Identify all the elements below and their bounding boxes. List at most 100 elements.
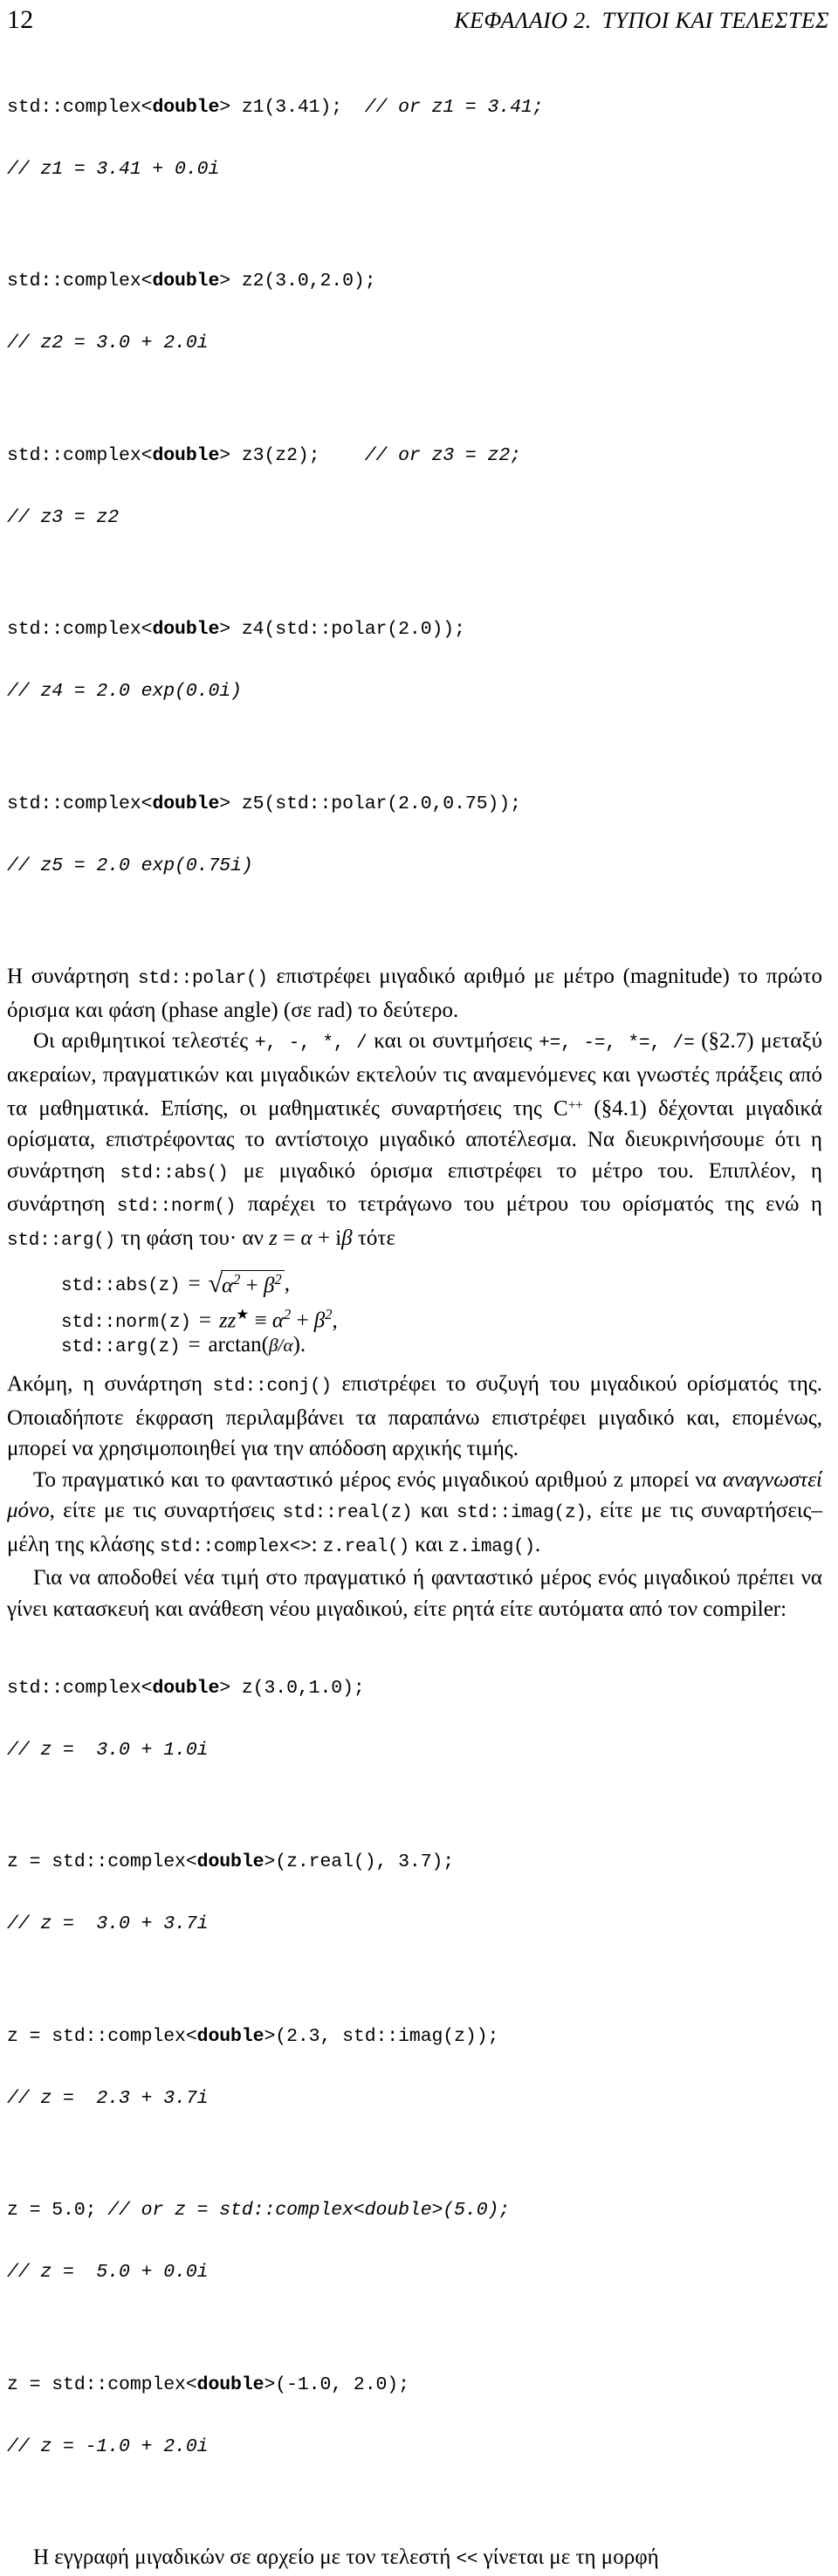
inline-code-std-arg: std::arg() bbox=[7, 1230, 116, 1251]
cpp-plusplus-superscript: ++ bbox=[567, 1098, 583, 1113]
document-page: 12 ΚΕΦΑΛΑΙΟ 2. ΤΥΠΟΙ ΚΑΙ ΤΕΛΕΣΤΕΣ std::co… bbox=[0, 0, 838, 2570]
inline-code-std-imag: std::imag(z) bbox=[456, 1503, 587, 1523]
code-comment: // or z = std::complex<double>(5.0); bbox=[107, 2200, 511, 2221]
math-var-alpha: α bbox=[300, 1226, 313, 1250]
code-text: std::complex< bbox=[7, 619, 153, 640]
code-text: std::complex< bbox=[7, 271, 153, 292]
prose-text: = bbox=[277, 1226, 301, 1250]
exponent-2: 2 bbox=[325, 1306, 333, 1322]
prose-text: , είτε με τις συναρτήσεις bbox=[49, 1499, 283, 1522]
inline-code-operators: +, -, *, / bbox=[254, 1034, 367, 1054]
math-var-alpha: α bbox=[222, 1274, 234, 1298]
inline-code-z-imag: z.imag() bbox=[448, 1536, 535, 1557]
keyword-double: double bbox=[152, 1677, 220, 1699]
code-line: std::complex<double> z2(3.0,2.0); bbox=[7, 266, 822, 298]
code-text: std::complex< bbox=[7, 444, 153, 466]
paragraph-real-imag-access: Το πραγματικό και το φανταστικό μέρος εν… bbox=[7, 1465, 822, 1563]
code-line: std::complex<double> z4(std::polar(2.0))… bbox=[7, 615, 822, 646]
code-comment-line: // z1 = 3.41 + 0.0i bbox=[7, 158, 220, 180]
paragraph-arithmetic-operators: Οι αριθμητικοί τελεστές +, -, *, / και ο… bbox=[7, 1026, 822, 1256]
equals-sign: = bbox=[188, 1333, 201, 1357]
code-comment-line: // z = 3.0 + 1.0i bbox=[7, 1739, 209, 1761]
code-line: std::complex<double> z(3.0,1.0); bbox=[7, 1673, 822, 1705]
radicand: α2 + β2 bbox=[221, 1270, 285, 1298]
inline-code-std-polar: std::polar() bbox=[137, 969, 268, 989]
conjugate-star-icon: ★ bbox=[236, 1306, 250, 1322]
keyword-double: double bbox=[152, 96, 220, 118]
code-line: z = std::complex<double>(2.3, std::imag(… bbox=[7, 2022, 822, 2053]
code-text: >(2.3, std::imag(z)); bbox=[264, 2025, 499, 2047]
math-trailing-comma: , bbox=[284, 1272, 290, 1295]
math-trailing-comma: , bbox=[332, 1309, 338, 1333]
math-var-alpha: α bbox=[283, 1335, 293, 1356]
code-text: > z1(3.41); bbox=[219, 96, 365, 118]
prose-text: . bbox=[534, 1532, 541, 1556]
keyword-double: double bbox=[196, 1851, 264, 1872]
inline-code-z-real: z.real() bbox=[322, 1536, 409, 1557]
code-line: std::complex<double> z5(std::polar(2.0,0… bbox=[7, 789, 822, 821]
math-lhs-arg: std::arg(z) bbox=[61, 1337, 181, 1357]
math-display-block: std::abs(z) = √ α2 + β2 , std::norm(z) =… bbox=[7, 1268, 822, 1360]
paragraph-assign-new-value: Για να αποδοθεί νέα τιμή στο πραγματικό … bbox=[7, 1566, 822, 1621]
code-block-complex-declarations: std::complex<double> z1(3.41); // or z1 … bbox=[7, 61, 822, 944]
code-comment-line: // z5 = 2.0 exp(0.75i) bbox=[7, 855, 253, 876]
prose-text: Η εγγραφή μιγαδικών σε αρχείο με τον τελ… bbox=[33, 2545, 457, 2569]
math-line-norm: std::norm(z) = zz★ ≡ α2 + β2, bbox=[61, 1299, 822, 1333]
code-comment: // or z3 = z2; bbox=[364, 444, 521, 466]
keyword-double: double bbox=[196, 2373, 264, 2395]
prose-text: και οι συντμήσεις bbox=[367, 1029, 539, 1053]
inline-code-compound-operators: +=, -=, *=, /= bbox=[539, 1034, 695, 1054]
keyword-double: double bbox=[152, 619, 220, 640]
inline-code-std-conj: std::conj() bbox=[212, 1377, 332, 1397]
code-line: std::complex<double> z3(z2); // or z3 = … bbox=[7, 441, 822, 472]
arctan-function: arctan( bbox=[208, 1333, 269, 1357]
code-comment-line: // z4 = 2.0 exp(0.0i) bbox=[7, 681, 242, 702]
prose-text: Το πραγματικό και το φανταστικό μέρος εν… bbox=[33, 1467, 723, 1492]
keyword-double: double bbox=[152, 793, 220, 814]
inline-code-std-abs: std::abs() bbox=[120, 1163, 229, 1184]
prose-text: και bbox=[409, 1532, 449, 1556]
code-text: > z4(std::polar(2.0)); bbox=[219, 619, 465, 640]
prose-text: Η συνάρτηση bbox=[7, 965, 138, 988]
running-head: 12 ΚΕΦΑΛΑΙΟ 2. ΤΥΠΟΙ ΚΑΙ ΤΕΛΕΣΤΕΣ bbox=[0, 0, 838, 38]
keyword-double: double bbox=[152, 271, 220, 292]
math-rhs-arg: arctan(β/α). bbox=[209, 1329, 306, 1361]
code-comment: // or z1 = 3.41; bbox=[364, 96, 544, 118]
plus-sign: + bbox=[245, 1274, 258, 1298]
prose-text: τότε bbox=[352, 1226, 395, 1250]
code-text: z = 5.0; bbox=[7, 2200, 108, 2221]
exponent-2: 2 bbox=[283, 1306, 292, 1322]
page-number: 12 bbox=[7, 5, 34, 34]
code-text: std::complex< bbox=[7, 1677, 153, 1699]
code-comment-line: // z = 3.0 + 3.7i bbox=[7, 1913, 209, 1934]
code-text: >(z.real(), 3.7); bbox=[264, 1851, 455, 1872]
code-line: std::complex<double> z1(3.41); // or z1 … bbox=[7, 93, 822, 124]
equals-sign: = bbox=[188, 1272, 201, 1295]
prose-text: + i bbox=[312, 1226, 342, 1250]
inline-code-std-real: std::real(z) bbox=[282, 1503, 413, 1523]
code-text: > z3(z2); bbox=[219, 444, 365, 466]
code-text: std::complex< bbox=[7, 96, 153, 118]
prose-text: : bbox=[311, 1532, 323, 1556]
code-text: > z2(3.0,2.0); bbox=[219, 271, 376, 292]
code-text: z = std::complex< bbox=[7, 1851, 197, 1872]
code-line: z = std::complex<double>(z.real(), 3.7); bbox=[7, 1847, 822, 1879]
code-text: > z5(std::polar(2.0,0.75)); bbox=[219, 793, 521, 814]
paragraph-conj-description: Ακόμη, η συνάρτηση std::conj() επιστρέφε… bbox=[7, 1369, 822, 1465]
code-text: z = std::complex< bbox=[7, 2373, 197, 2395]
prose-text: παρέχει το τετράγωνο του μέτρου του ορίσ… bbox=[236, 1192, 822, 1216]
paragraph-stream-output: Η εγγραφή μιγαδικών σε αρχείο με τον τελ… bbox=[7, 2542, 822, 2576]
code-text: >(-1.0, 2.0); bbox=[264, 2373, 409, 2395]
prose-text: και bbox=[412, 1499, 457, 1522]
radical-sign-icon: √ bbox=[208, 1269, 223, 1298]
prose-text: τη φάση του· αν bbox=[115, 1226, 270, 1250]
code-line: z = std::complex<double>(-1.0, 2.0); bbox=[7, 2370, 822, 2401]
prose-text: Ακόμη, η συνάρτηση bbox=[7, 1372, 213, 1396]
math-closing-paren: ). bbox=[292, 1333, 306, 1357]
math-var-beta: β bbox=[264, 1274, 275, 1298]
code-comment-line: // z = 2.3 + 3.7i bbox=[7, 2087, 209, 2109]
code-text: std::complex< bbox=[7, 793, 153, 814]
math-var-beta: β bbox=[313, 1309, 326, 1333]
inline-code-std-norm: std::norm() bbox=[116, 1197, 237, 1217]
inline-code-stream-operator: << bbox=[456, 2550, 478, 2570]
